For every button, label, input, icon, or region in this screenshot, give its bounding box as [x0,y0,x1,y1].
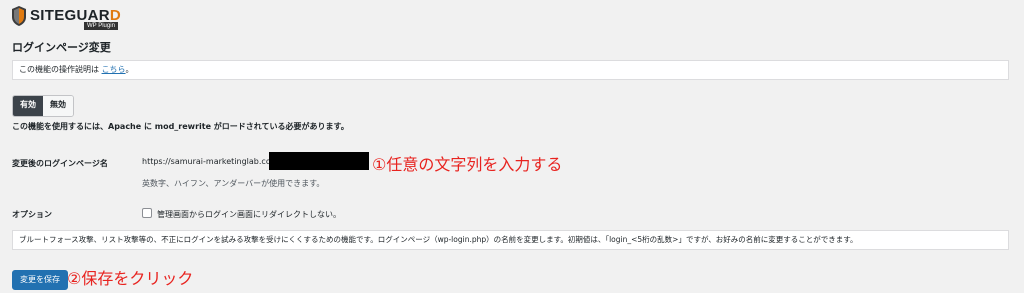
siteguard-logo: SITEGUARD WP Plugin [12,5,122,30]
login-page-hint: 英数字、ハイフン、アンダーバーが使用できます。 [142,179,325,188]
no-redirect-label: 管理画面からログイン画面にリダイレクトしない。 [157,210,341,219]
logo-subtitle: WP Plugin [84,22,118,30]
login-url-prefix: https://samurai-marketinglab.com [142,157,279,166]
option-label: オプション [12,210,52,219]
logo-text: SITEGUARD [30,7,122,24]
annotation-step1: ①任意の文字列を入力する [372,155,563,174]
toggle-off-button[interactable]: 無効 [43,96,73,116]
help-notice: この機能の操作説明は こちら。 [12,60,1009,80]
help-link[interactable]: こちら [102,65,126,74]
shield-icon [12,6,26,26]
requirement-text: この機能を使用するには、Apache に mod_rewrite がロードされて… [12,122,349,131]
page-title: ログインページ変更 [12,41,111,54]
annotation-step2: ②保存をクリック [67,269,194,288]
login-page-name-input[interactable] [269,152,369,170]
feature-description: ブルートフォース攻撃、リスト攻撃等の、不正にログインを試みる攻撃を受けにくくする… [12,230,1009,250]
enable-toggle[interactable]: 有効 無効 [12,95,74,117]
save-button[interactable]: 変更を保存 [12,270,68,290]
no-redirect-checkbox[interactable] [142,208,152,218]
login-page-label: 変更後のログインページ名 [12,159,108,168]
toggle-on-button[interactable]: 有効 [13,96,43,116]
